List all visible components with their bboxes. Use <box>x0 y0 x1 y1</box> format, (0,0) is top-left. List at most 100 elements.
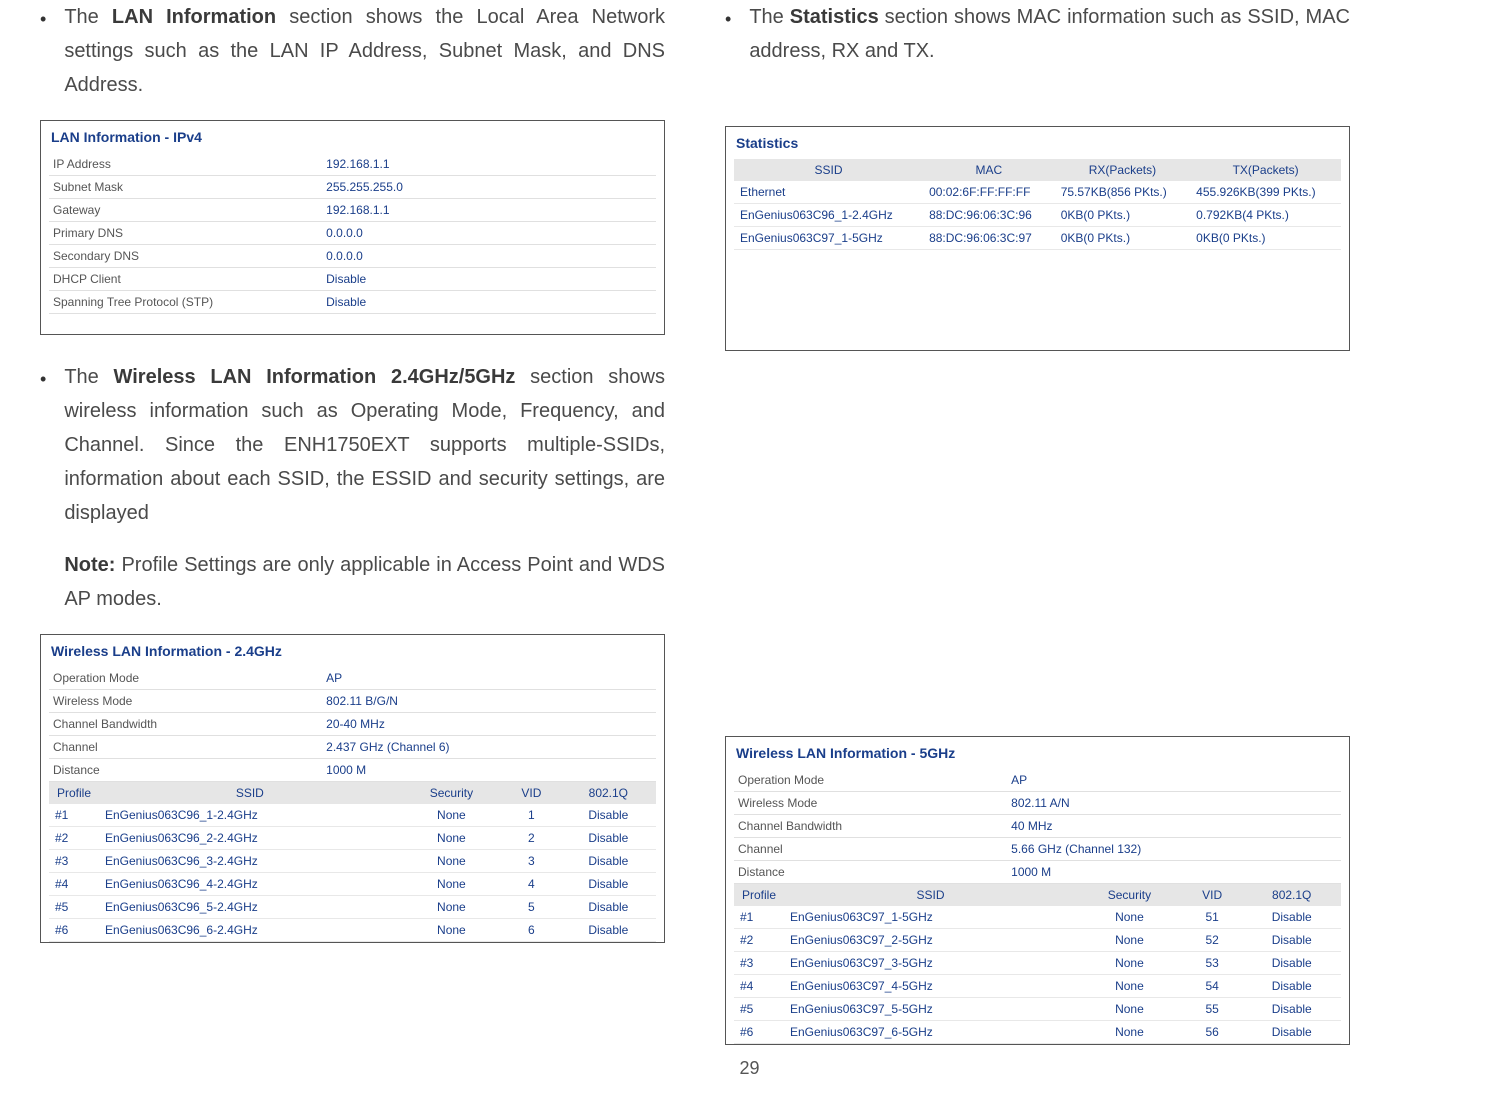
cell: EnGenius063C96_1-2.4GHz <box>734 204 923 227</box>
col-tx: TX(Packets) <box>1190 159 1341 181</box>
col-8021q: 802.1Q <box>561 782 656 804</box>
cell: Disable <box>561 919 656 942</box>
table-row: #5EnGenius063C97_5-5GHzNone55Disable <box>734 998 1341 1021</box>
cell: #3 <box>734 952 784 975</box>
table-row: #4EnGenius063C96_4-2.4GHzNone4Disable <box>49 873 656 896</box>
wlan-24-panel: Wireless LAN Information - 2.4GHz Operat… <box>40 634 665 943</box>
kv-key: Operation Mode <box>49 667 322 690</box>
cell: None <box>401 919 502 942</box>
cell: 4 <box>502 873 561 896</box>
cell: Disable <box>1242 998 1341 1021</box>
cell: 54 <box>1182 975 1243 998</box>
cell: Disable <box>561 827 656 850</box>
cell: #1 <box>734 906 784 929</box>
cell: EnGenius063C96_5-2.4GHz <box>99 896 401 919</box>
table-row: #3EnGenius063C97_3-5GHzNone53Disable <box>734 952 1341 975</box>
bullet-icon: • <box>40 360 46 634</box>
cell: 6 <box>502 919 561 942</box>
table-row: Distance1000 M <box>734 861 1341 884</box>
kv-key: Wireless Mode <box>49 690 322 713</box>
cell: 1 <box>502 804 561 827</box>
kv-key: Secondary DNS <box>49 245 322 268</box>
cell: None <box>1077 929 1182 952</box>
table-row: Wireless Mode802.11 B/G/N <box>49 690 656 713</box>
wlan-5-kv: Operation ModeAPWireless Mode802.11 A/NC… <box>734 769 1341 884</box>
cell: EnGenius063C96_1-2.4GHz <box>99 804 401 827</box>
table-row: #6EnGenius063C97_6-5GHzNone56Disable <box>734 1021 1341 1044</box>
cell: None <box>1077 1021 1182 1044</box>
col-8021q: 802.1Q <box>1242 884 1341 906</box>
cell: 00:02:6F:FF:FF:FF <box>923 181 1055 204</box>
kv-key: Wireless Mode <box>734 792 1007 815</box>
cell: 5 <box>502 896 561 919</box>
cell: Disable <box>1242 952 1341 975</box>
cell: Disable <box>1242 975 1341 998</box>
cell: #5 <box>49 896 99 919</box>
kv-key: Channel Bandwidth <box>49 713 322 736</box>
wlan-24-kv: Operation ModeAPWireless Mode802.11 B/G/… <box>49 667 656 782</box>
cell: EnGenius063C97_5-5GHz <box>784 998 1077 1021</box>
table-row: Gateway192.168.1.1 <box>49 199 656 222</box>
cell: Disable <box>561 804 656 827</box>
col-vid: VID <box>502 782 561 804</box>
kv-value: 0.0.0.0 <box>322 245 656 268</box>
cell: 53 <box>1182 952 1243 975</box>
table-row: #3EnGenius063C96_3-2.4GHzNone3Disable <box>49 850 656 873</box>
page-number: 29 <box>739 1058 759 1079</box>
table-row: Secondary DNS0.0.0.0 <box>49 245 656 268</box>
stats-panel: Statistics SSID MAC RX(Packets) TX(Packe… <box>725 126 1350 351</box>
cell: #6 <box>734 1021 784 1044</box>
cell: #6 <box>49 919 99 942</box>
kv-value: 2.437 GHz (Channel 6) <box>322 736 656 759</box>
cell: Disable <box>1242 906 1341 929</box>
kv-value: 192.168.1.1 <box>322 153 656 176</box>
cell: EnGenius063C97_2-5GHz <box>784 929 1077 952</box>
cell: 51 <box>1182 906 1243 929</box>
table-row: Ethernet00:02:6F:FF:FF:FF75.57KB(856 PKt… <box>734 181 1341 204</box>
cell: 0.792KB(4 PKts.) <box>1190 204 1341 227</box>
kv-key: IP Address <box>49 153 322 176</box>
table-row: #2EnGenius063C97_2-5GHzNone52Disable <box>734 929 1341 952</box>
kv-key: Subnet Mask <box>49 176 322 199</box>
kv-key: Distance <box>49 759 322 782</box>
table-row: EnGenius063C97_1-5GHz88:DC:96:06:3C:970K… <box>734 227 1341 250</box>
stats-description: The Statistics section shows MAC informa… <box>749 0 1350 68</box>
kv-key: Distance <box>734 861 1007 884</box>
table-row: #6EnGenius063C96_6-2.4GHzNone6Disable <box>49 919 656 942</box>
kv-value: 0.0.0.0 <box>322 222 656 245</box>
col-ssid: SSID <box>784 884 1077 906</box>
kv-value: Disable <box>322 268 656 291</box>
table-row: Operation ModeAP <box>49 667 656 690</box>
cell: None <box>401 804 502 827</box>
cell: Disable <box>561 873 656 896</box>
cell: None <box>1077 952 1182 975</box>
cell: Disable <box>561 896 656 919</box>
cell: 55 <box>1182 998 1243 1021</box>
col-security: Security <box>1077 884 1182 906</box>
cell: 88:DC:96:06:3C:97 <box>923 227 1055 250</box>
wlan-24-title: Wireless LAN Information - 2.4GHz <box>49 639 656 667</box>
cell: None <box>401 896 502 919</box>
cell: Ethernet <box>734 181 923 204</box>
cell: None <box>401 873 502 896</box>
cell: EnGenius063C97_3-5GHz <box>784 952 1077 975</box>
col-rx: RX(Packets) <box>1055 159 1190 181</box>
kv-key: Primary DNS <box>49 222 322 245</box>
wlan-description: The Wireless LAN Information 2.4GHz/5GHz… <box>64 360 665 530</box>
table-row: Channel5.66 GHz (Channel 132) <box>734 838 1341 861</box>
table-row: Channel2.437 GHz (Channel 6) <box>49 736 656 759</box>
table-row: Subnet Mask255.255.255.0 <box>49 176 656 199</box>
cell: Disable <box>561 850 656 873</box>
col-vid: VID <box>1182 884 1243 906</box>
col-ssid: SSID <box>734 159 923 181</box>
cell: #2 <box>734 929 784 952</box>
cell: 3 <box>502 850 561 873</box>
table-row: IP Address192.168.1.1 <box>49 153 656 176</box>
cell: EnGenius063C97_1-5GHz <box>734 227 923 250</box>
cell: 0KB(0 PKts.) <box>1055 204 1190 227</box>
kv-value: AP <box>322 667 656 690</box>
cell: Disable <box>1242 929 1341 952</box>
table-row: #1EnGenius063C96_1-2.4GHzNone1Disable <box>49 804 656 827</box>
cell: 56 <box>1182 1021 1243 1044</box>
kv-value: Disable <box>322 291 656 314</box>
